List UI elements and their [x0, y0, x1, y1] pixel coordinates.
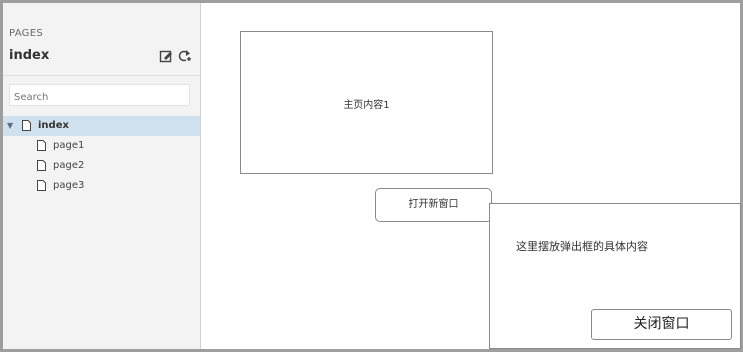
close-window-button[interactable]: 关闭窗口 — [591, 309, 732, 340]
sidebar-divider — [3, 75, 200, 76]
popup-dialog: 这里摆放弹出框的具体内容 关闭窗口 — [489, 203, 741, 349]
pages-heading: PAGES — [9, 28, 43, 39]
main-content-box: 主页内容1 — [240, 31, 493, 174]
edit-page-icon[interactable] — [159, 49, 173, 63]
tree-item-label: page2 — [53, 160, 85, 171]
tree-item-index[interactable]: ▼ index — [3, 116, 200, 136]
tree-item-label: page1 — [53, 140, 85, 151]
tree-item-label: page3 — [53, 180, 85, 191]
page-icon — [22, 120, 31, 131]
tree-item-label: index — [38, 120, 69, 131]
popup-content-text: 这里摆放弹出框的具体内容 — [516, 240, 648, 253]
tree-item-page2[interactable]: page2 — [3, 156, 200, 176]
page-search-input[interactable] — [9, 84, 190, 106]
open-window-button[interactable]: 打开新窗口 — [375, 188, 492, 222]
main-content-text: 主页内容1 — [343, 100, 390, 111]
page-icon — [37, 140, 46, 151]
tree-item-page3[interactable]: page3 — [3, 176, 200, 196]
current-page-title: index — [9, 48, 50, 63]
pages-sidebar: PAGES index ▼ index page1 page2 p — [3, 3, 201, 349]
expand-caret-icon[interactable]: ▼ — [7, 121, 13, 130]
page-icon — [37, 160, 46, 171]
add-page-icon[interactable] — [177, 49, 191, 63]
tree-item-page1[interactable]: page1 — [3, 136, 200, 156]
page-icon — [37, 180, 46, 191]
